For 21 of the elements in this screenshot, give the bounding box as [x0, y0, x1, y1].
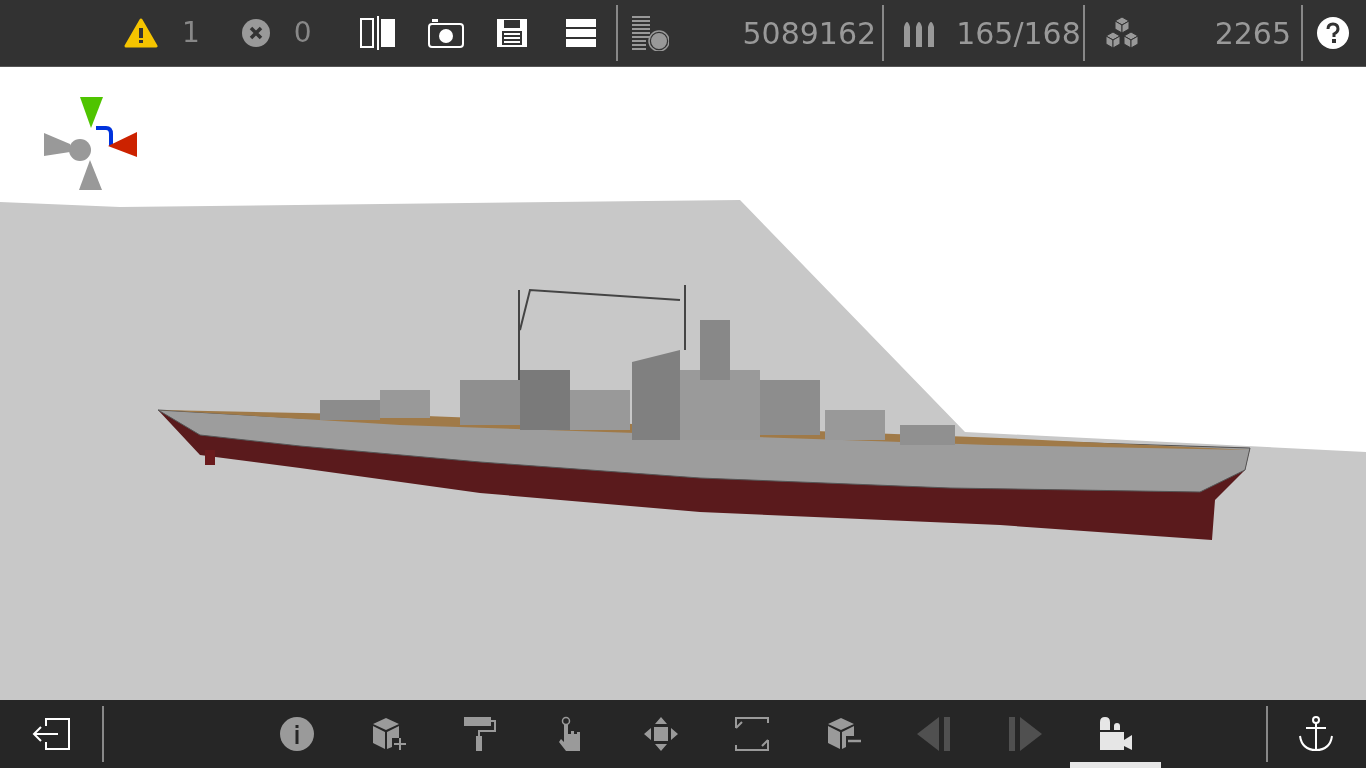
ammo-count: 165/168: [956, 14, 1081, 53]
parts-count: 2265: [1214, 14, 1291, 53]
previous-icon: [915, 716, 952, 752]
triangle-count: 5089162: [742, 14, 877, 53]
next-icon: [1006, 716, 1043, 752]
camera-icon[interactable]: [427, 18, 464, 48]
help-icon[interactable]: [1317, 17, 1349, 49]
move-arrows-icon: [642, 716, 679, 752]
exit-icon[interactable]: [32, 717, 70, 751]
split-view-icon[interactable]: [359, 16, 396, 50]
warning-icon[interactable]: [124, 18, 158, 48]
polygon-stack-icon[interactable]: [630, 15, 669, 51]
error-icon[interactable]: [241, 19, 270, 47]
info-icon: [278, 716, 315, 752]
error-count: 0: [293, 15, 312, 51]
warning-count: 1: [182, 15, 200, 51]
anchor-icon[interactable]: [1298, 716, 1334, 752]
save-icon[interactable]: [495, 18, 528, 48]
frame-corners-icon: [733, 716, 770, 752]
movie-camera-icon: [1097, 716, 1134, 752]
list-icon[interactable]: [565, 18, 596, 48]
